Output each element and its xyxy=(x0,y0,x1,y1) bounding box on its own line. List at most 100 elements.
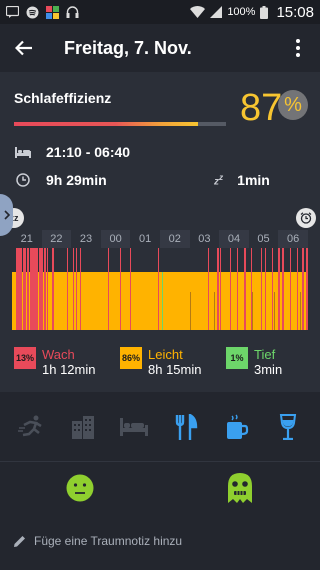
awake-segment xyxy=(52,248,54,330)
efficiency-bar xyxy=(14,122,226,126)
hour-axis: 21 22 23 00 01 02 03 04 05 06 xyxy=(12,230,308,248)
phase-badge: 1% xyxy=(226,347,248,369)
awake-segment xyxy=(244,248,246,330)
hour-label: 04 xyxy=(219,230,249,248)
phase-badge: 13% xyxy=(14,347,36,369)
mood-selector xyxy=(0,462,320,522)
hour-label: 06 xyxy=(278,230,308,248)
efficiency-value: 87 xyxy=(240,87,283,129)
duration-row: 9h 29min xyxy=(14,172,107,188)
arrow-back-icon xyxy=(15,40,32,56)
awake-segment xyxy=(130,248,131,330)
activity-tags xyxy=(0,392,320,462)
signal-icon xyxy=(210,6,223,18)
app-bar: Freitag, 7. Nov. xyxy=(0,24,320,72)
awake-segment xyxy=(47,248,48,330)
awake-segment xyxy=(158,248,159,330)
dot-icon xyxy=(296,53,300,57)
awake-segment xyxy=(237,248,238,330)
wifi-icon xyxy=(190,6,206,18)
awake-segment xyxy=(290,248,291,330)
hour-label: 22 xyxy=(41,230,72,248)
snooze-icon: zz xyxy=(214,172,224,188)
hour-label: 02 xyxy=(159,230,190,248)
wine-icon[interactable] xyxy=(273,412,303,442)
phase-leicht: 86% Leicht 8h 15min xyxy=(120,347,201,377)
spotify-icon xyxy=(26,6,39,18)
awake-segment xyxy=(44,248,46,330)
awake-segment xyxy=(265,248,266,330)
clock: 15:08 xyxy=(276,3,314,21)
phase-duration: 8h 15min xyxy=(148,362,202,377)
time-range-row: 21:10 - 06:40 xyxy=(14,144,130,160)
restaurant-icon[interactable] xyxy=(171,412,201,442)
awake-segment xyxy=(76,248,77,330)
buildings-icon[interactable] xyxy=(68,412,98,442)
light-sleep-area xyxy=(12,272,308,330)
dot-icon xyxy=(296,46,300,50)
awake-segment xyxy=(120,248,121,330)
awake-segment xyxy=(67,248,68,330)
bed-icon xyxy=(14,146,32,158)
gallery-icon xyxy=(46,5,59,19)
awake-segment xyxy=(217,248,219,330)
deep-sleep-segment xyxy=(162,272,163,330)
back-button[interactable] xyxy=(12,36,36,60)
awake-segment xyxy=(278,248,280,330)
bed-icon[interactable] xyxy=(119,412,149,442)
phase-name: Wach xyxy=(42,347,75,362)
awake-segment xyxy=(297,248,298,330)
sleep-duration: 9h 29min xyxy=(46,172,107,188)
hour-label: 05 xyxy=(257,233,270,245)
awake-segment xyxy=(208,248,209,330)
phase-wach: 13% Wach 1h 12min xyxy=(14,347,95,377)
neutral-face-icon[interactable] xyxy=(66,474,94,507)
awake-segment xyxy=(272,248,273,330)
dream-note-input[interactable]: Füge eine Traumnotiz hinzu xyxy=(0,522,320,560)
ghost-monster-icon[interactable] xyxy=(226,472,254,509)
transition-line xyxy=(300,292,301,330)
awake-segment xyxy=(251,248,252,330)
percent-badge: % xyxy=(278,90,308,120)
awake-segment xyxy=(220,248,221,330)
awake-segment xyxy=(282,248,284,330)
awake-segment xyxy=(261,248,262,330)
sleep-summary-card: Schlafeffizienz 87 % 21:10 - 06:40 9h 29… xyxy=(0,72,320,392)
efficiency-label: Schlafeffizienz xyxy=(14,90,112,106)
transition-line xyxy=(274,292,275,330)
battery-icon xyxy=(260,5,269,19)
pencil-icon xyxy=(14,536,25,547)
snooze-duration: 1min xyxy=(237,172,270,188)
awake-segment xyxy=(306,248,308,330)
status-bar: 100% 15:08 xyxy=(0,0,320,24)
expand-handle[interactable] xyxy=(0,194,13,236)
headphones-icon xyxy=(66,6,79,18)
dot-icon xyxy=(296,39,300,43)
hour-label: 23 xyxy=(79,233,93,245)
hour-label: 21 xyxy=(20,233,33,245)
clock-icon xyxy=(14,173,32,187)
snooze-row: zz 1min xyxy=(214,172,270,188)
awake-segment xyxy=(108,248,109,330)
time-range: 21:10 - 06:40 xyxy=(46,144,131,160)
overflow-menu-button[interactable] xyxy=(288,39,308,57)
awake-segment xyxy=(16,248,22,330)
awake-segment xyxy=(73,248,74,330)
awake-segment xyxy=(39,248,43,330)
phase-duration: 3min xyxy=(254,362,283,377)
chevron-right-icon xyxy=(3,210,10,220)
sms-icon xyxy=(6,6,19,18)
transition-line xyxy=(190,292,191,330)
hour-label: 03 xyxy=(198,233,211,245)
coffee-icon[interactable] xyxy=(222,412,252,442)
phase-duration: 1h 12min xyxy=(42,362,96,377)
phase-badge: 86% xyxy=(120,347,142,369)
efficiency-bar-fill xyxy=(14,122,199,126)
running-icon[interactable] xyxy=(17,412,47,442)
hour-label: 01 xyxy=(139,233,152,245)
dream-note-placeholder: Füge eine Traumnotiz hinzu xyxy=(34,534,183,548)
phase-tief: 1% Tief 3min xyxy=(226,347,282,377)
awake-segment xyxy=(30,248,38,330)
sleep-graph xyxy=(12,248,308,330)
alarm-clock-icon xyxy=(296,208,316,228)
